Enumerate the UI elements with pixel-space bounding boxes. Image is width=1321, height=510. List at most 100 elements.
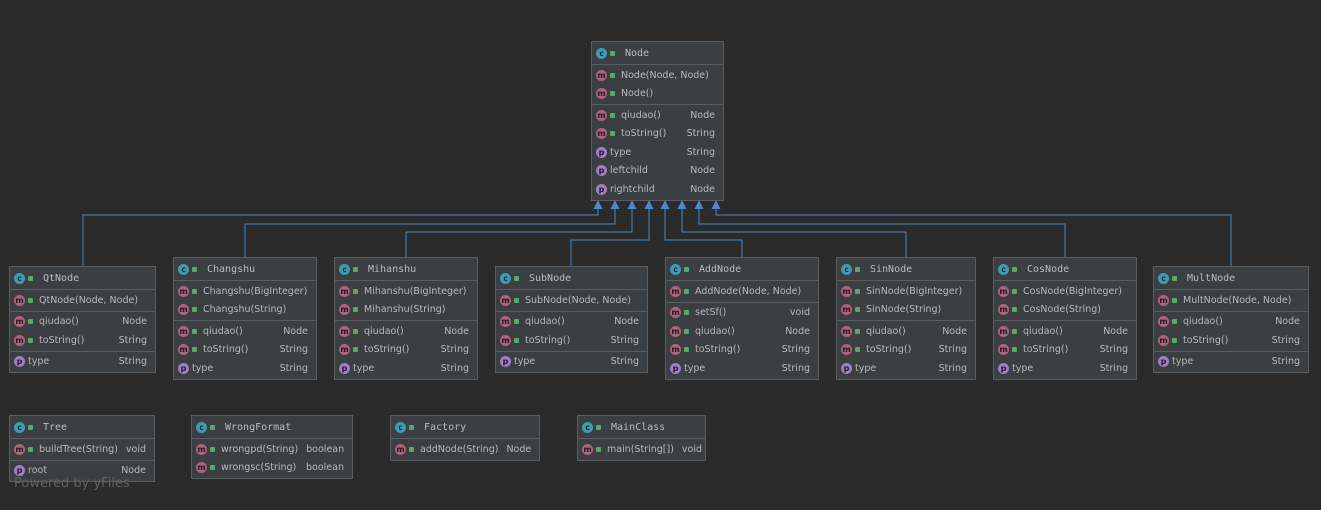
inheritance-edge-subnode — [570, 209, 650, 266]
method-row[interactable]: m wrongsc(String) boolean — [192, 459, 352, 478]
method-row[interactable]: m qiudao() Node — [666, 322, 818, 341]
member-name: qiudao() — [866, 325, 906, 337]
class-cosnode[interactable]: c CosNode m CosNode(BigInteger) m CosNode(Str… — [993, 257, 1137, 380]
member-section: m qiudao() Node m toString() String p type Strin… — [174, 321, 316, 379]
property-row[interactable]: p type String — [994, 359, 1136, 378]
method-row[interactable]: m qiudao() Node — [496, 313, 647, 332]
method-row[interactable]: m toString() String — [994, 341, 1136, 360]
class-icon: c — [1158, 272, 1169, 284]
method-row[interactable]: m main(String[]) void — [578, 440, 705, 459]
property-icon: p — [596, 165, 607, 177]
property-row[interactable]: p type String — [837, 359, 975, 378]
property-row[interactable]: p type String — [10, 353, 155, 372]
property-row[interactable]: p rightchild Node — [592, 180, 723, 199]
method-row[interactable]: m toString() String — [10, 331, 155, 350]
class-name: Node — [625, 47, 650, 59]
method-row[interactable]: m Mihanshu(BigInteger) — [335, 282, 477, 301]
method-row[interactable]: m SinNode(BigInteger) — [837, 282, 975, 301]
member-type: Node — [614, 316, 639, 328]
method-row[interactable]: m buildTree(String) void — [10, 440, 154, 459]
property-row[interactable]: p type String — [1154, 353, 1308, 372]
member-name: type — [353, 362, 375, 374]
property-row[interactable]: p type String — [174, 359, 316, 378]
public-lock-icon — [210, 424, 215, 430]
class-changshu[interactable]: c Changshu m Changshu(BigInteger) m Changshu(… — [173, 257, 317, 380]
member-section: m MultNode(Node, Node) — [1154, 290, 1308, 312]
public-lock-icon — [1012, 288, 1017, 294]
method-row[interactable]: m toString() String — [496, 331, 647, 350]
method-row[interactable]: m QtNode(Node, Node) — [10, 291, 155, 310]
member-type: String — [938, 344, 967, 356]
member-section: m SinNode(BigInteger) m SinNode(String) — [837, 281, 975, 321]
public-lock-icon — [28, 337, 33, 343]
member-name: Changshu(String) — [203, 304, 287, 316]
member-type: void — [125, 443, 147, 455]
class-addnode[interactable]: c AddNode m AddNode(Node, Node) m setSf() void… — [665, 257, 819, 380]
class-factory[interactable]: c Factory m addNode(String) Node — [390, 415, 540, 461]
member-section: m main(String[]) void — [578, 439, 705, 460]
method-row[interactable]: m SubNode(Node, Node) — [496, 291, 647, 310]
class-multnode[interactable]: c MultNode m MultNode(Node, Node) m qiudao() N… — [1153, 266, 1309, 373]
method-icon: m — [339, 304, 350, 316]
class-wrongformat[interactable]: c WrongFormat m wrongpd(String) boolean m wron… — [191, 415, 353, 479]
property-row[interactable]: p type String — [335, 359, 477, 378]
member-section: m qiudao() Node m toString() String p type Strin… — [335, 321, 477, 379]
method-row[interactable]: m CosNode(String) — [994, 301, 1136, 320]
class-mainclass[interactable]: c MainClass m main(String[]) void — [577, 415, 706, 461]
class-sinnode[interactable]: c SinNode m SinNode(BigInteger) m SinNode(Str… — [836, 257, 976, 380]
property-row[interactable]: p type String — [666, 359, 818, 378]
method-row[interactable]: m setSf() void — [666, 304, 818, 323]
class-header: c SinNode — [837, 258, 975, 281]
method-row[interactable]: m CosNode(BigInteger) — [994, 282, 1136, 301]
public-lock-icon — [514, 319, 519, 325]
method-row[interactable]: m qiudao() Node — [1154, 313, 1308, 332]
property-icon: p — [339, 362, 350, 374]
method-row[interactable]: m Node(Node, Node) — [592, 66, 723, 85]
class-name: AddNode — [699, 263, 742, 275]
method-row[interactable]: m qiudao() Node — [174, 322, 316, 341]
method-row[interactable]: m qiudao() Node — [10, 313, 155, 332]
method-row[interactable]: m toString() String — [1154, 331, 1308, 350]
public-lock-icon — [28, 446, 33, 452]
method-row[interactable]: m addNode(String) Node — [391, 440, 539, 459]
property-row[interactable]: p type String — [496, 353, 647, 372]
class-node[interactable]: c Node m Node(Node, Node) m Node() m qiudao() No… — [591, 41, 724, 201]
class-tree[interactable]: c Tree m buildTree(String) void p root Node — [9, 415, 155, 482]
method-icon: m — [178, 344, 189, 356]
public-lock-icon — [28, 297, 33, 303]
class-qtnode[interactable]: c QtNode m QtNode(Node, Node) m qiudao() Node m… — [9, 266, 156, 373]
member-name: type — [855, 362, 877, 374]
method-row[interactable]: m qiudao() Node — [994, 322, 1136, 341]
public-lock-icon — [610, 91, 615, 97]
method-row[interactable]: m qiudao() Node — [335, 322, 477, 341]
method-row[interactable]: m MultNode(Node, Node) — [1154, 291, 1308, 310]
member-section: p type String — [1154, 352, 1308, 373]
method-row[interactable]: m qiudao() Node — [592, 106, 723, 125]
member-section: m Mihanshu(BigInteger) m Mihanshu(String) — [335, 281, 477, 321]
method-row[interactable]: m qiudao() Node — [837, 322, 975, 341]
method-row[interactable]: m Changshu(String) — [174, 301, 316, 320]
property-icon: p — [596, 146, 607, 158]
inheritance-arrowhead — [644, 200, 654, 209]
class-mihanshu[interactable]: c Mihanshu m Mihanshu(BigInteger) m Mihanshu(… — [334, 257, 478, 380]
method-row[interactable]: m toString() String — [174, 341, 316, 360]
method-row[interactable]: m AddNode(Node, Node) — [666, 282, 818, 301]
method-icon: m — [998, 344, 1009, 356]
method-row[interactable]: m toString() String — [666, 341, 818, 360]
method-row[interactable]: m SinNode(String) — [837, 301, 975, 320]
method-row[interactable]: m wrongpd(String) boolean — [192, 440, 352, 459]
method-row[interactable]: m Mihanshu(String) — [335, 301, 477, 320]
method-row[interactable]: m Node() — [592, 85, 723, 104]
property-row[interactable]: p leftchild Node — [592, 162, 723, 181]
member-name: type — [192, 362, 214, 374]
method-row[interactable]: m toString() String — [837, 341, 975, 360]
member-name: toString() — [364, 344, 410, 356]
method-row[interactable]: m toString() String — [592, 125, 723, 144]
property-row[interactable]: p type String — [592, 143, 723, 162]
method-row[interactable]: m Changshu(BigInteger) — [174, 282, 316, 301]
method-icon: m — [339, 325, 350, 337]
method-icon: m — [500, 294, 511, 306]
method-row[interactable]: m toString() String — [335, 341, 477, 360]
class-subnode[interactable]: c SubNode m SubNode(Node, Node) m qiudao() Nod… — [495, 266, 648, 373]
method-icon: m — [395, 443, 406, 455]
